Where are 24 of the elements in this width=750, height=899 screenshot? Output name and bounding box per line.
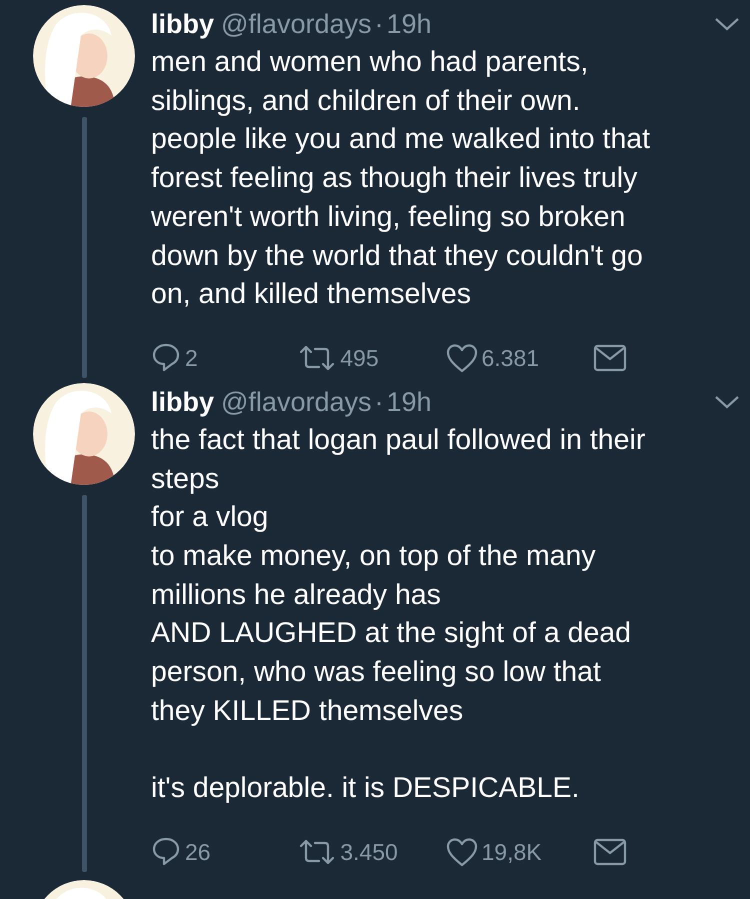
reply-icon bbox=[151, 342, 181, 374]
like-button[interactable]: 19,8K bbox=[446, 834, 593, 870]
reply-button[interactable]: 26 bbox=[151, 834, 298, 870]
user-handle[interactable]: @flavordays bbox=[221, 384, 372, 419]
heart-icon bbox=[446, 836, 478, 867]
tweet-text: men and women who had parents, siblings, and children of their own. people like you and me walked into that forest feeling as though their lives truly weren't worth living, feeling so broken down by the world that they couldn't go on, and killed themselves bbox=[151, 45, 652, 312]
tweet-text: the fact that logan paul followed in their steps for a vlog to make money, on top of the many millions he already has AND LAUGHED at the sight of a dead person, who was feeling so low that they KILLED themselves it's deplorable. it is DESPICABLE. bbox=[151, 422, 646, 806]
timestamp[interactable]: 19h bbox=[386, 7, 432, 41]
heart-icon bbox=[446, 342, 478, 373]
reply-button[interactable]: 2 bbox=[151, 340, 298, 376]
like-button[interactable]: 6.381 bbox=[446, 340, 593, 376]
retweet-button[interactable]: 3.450 bbox=[298, 834, 446, 870]
separator-dot: · bbox=[374, 8, 384, 41]
separator-dot: · bbox=[374, 386, 384, 419]
retweet-button[interactable]: 495 bbox=[298, 340, 446, 376]
display-name[interactable]: libby bbox=[151, 384, 214, 419]
chevron-down-icon[interactable] bbox=[714, 16, 740, 32]
envelope-icon bbox=[592, 344, 627, 372]
timestamp[interactable]: 19h bbox=[386, 384, 432, 419]
envelope-icon bbox=[592, 838, 627, 866]
display-name[interactable]: libby bbox=[151, 7, 214, 41]
reply-icon bbox=[151, 836, 181, 868]
chevron-down-icon[interactable] bbox=[714, 394, 740, 410]
user-handle[interactable]: @flavordays bbox=[221, 7, 372, 41]
